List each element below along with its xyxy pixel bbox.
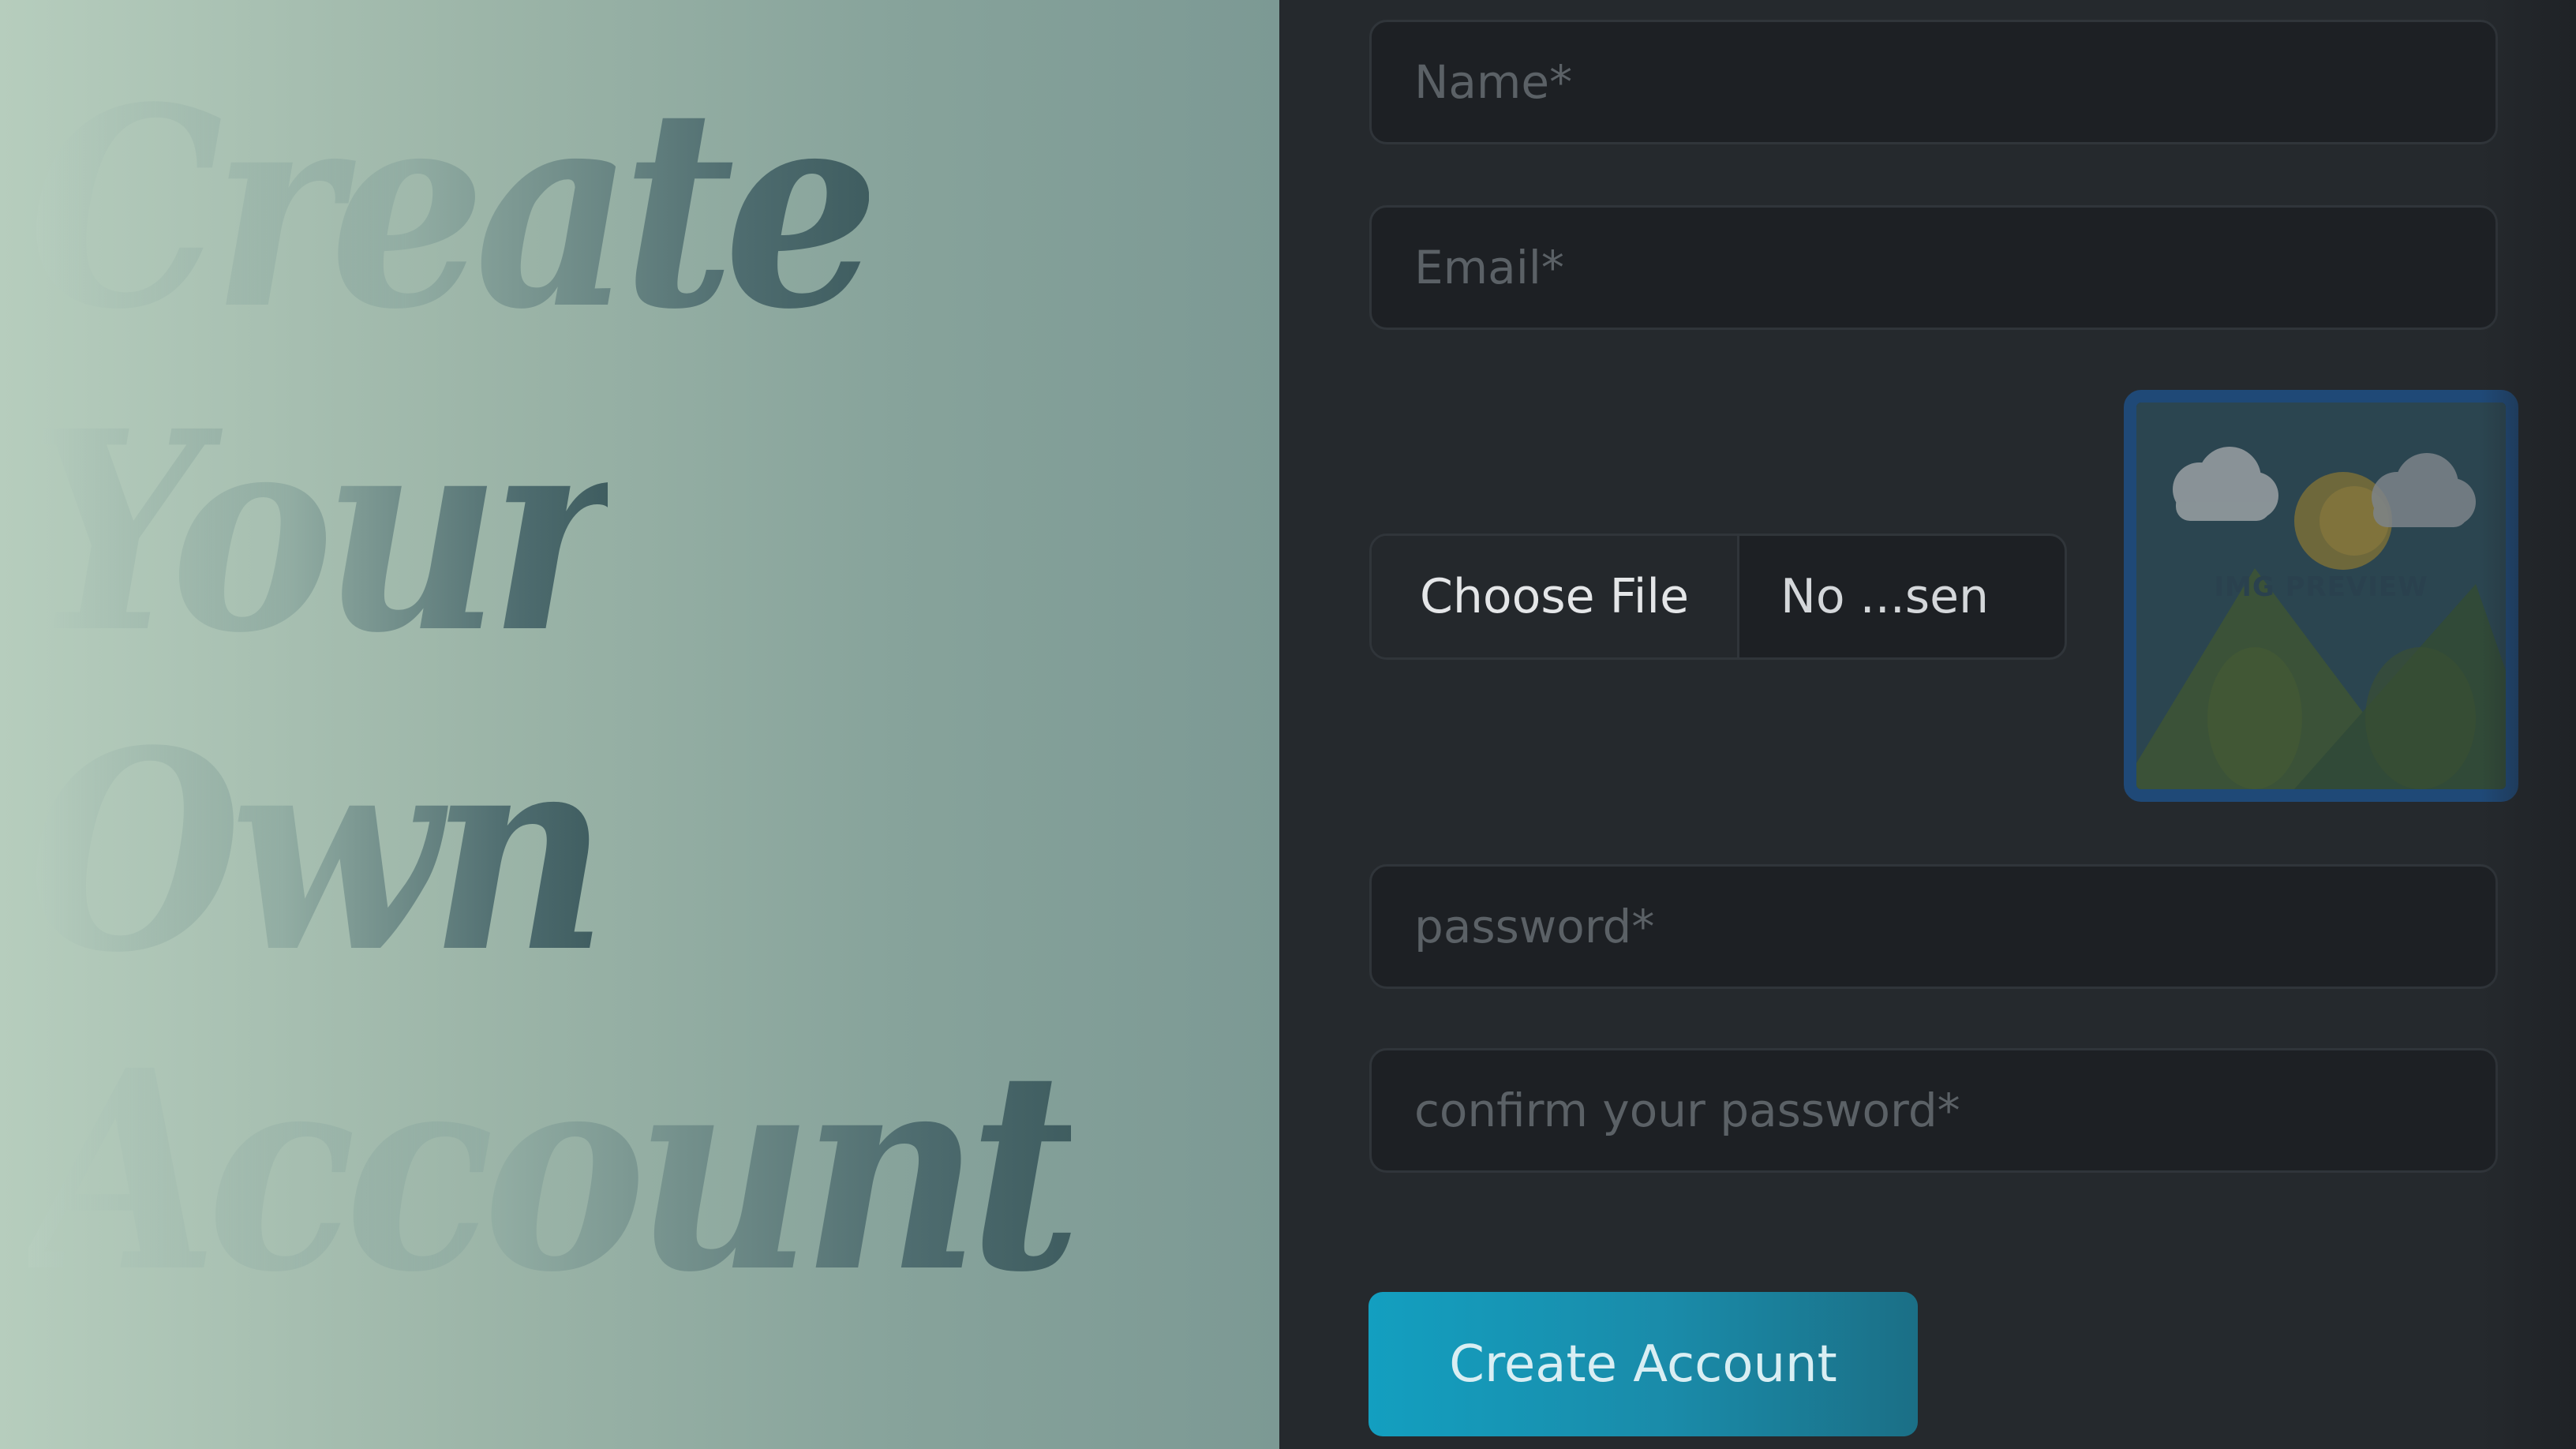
create-account-button[interactable]: Create Account xyxy=(1368,1292,1918,1436)
image-preview-label: IMG PREVIEW xyxy=(2214,571,2428,603)
password-input[interactable] xyxy=(1369,864,2498,989)
hero-title-line-4: Account xyxy=(28,1011,1082,1333)
image-preview: IMG PREVIEW xyxy=(2124,390,2518,802)
hero-title-line-1: Create xyxy=(28,48,880,370)
signup-page: Create Your Own Account Choose File No .… xyxy=(0,0,2576,1449)
email-input[interactable] xyxy=(1369,205,2498,330)
signup-form: Choose File No ...sen xyxy=(1279,0,2576,1449)
hero-panel: Create Your Own Account xyxy=(0,0,1279,1449)
hero-title-line-3: Own xyxy=(28,691,608,1013)
name-input[interactable] xyxy=(1369,20,2498,144)
file-picker[interactable]: Choose File No ...sen xyxy=(1369,534,2067,660)
file-name-label: No ...sen xyxy=(1780,569,1990,624)
hero-title-line-2: Your xyxy=(28,372,619,694)
choose-file-button[interactable]: Choose File xyxy=(1372,536,1739,657)
confirm-password-input[interactable] xyxy=(1369,1048,2498,1173)
